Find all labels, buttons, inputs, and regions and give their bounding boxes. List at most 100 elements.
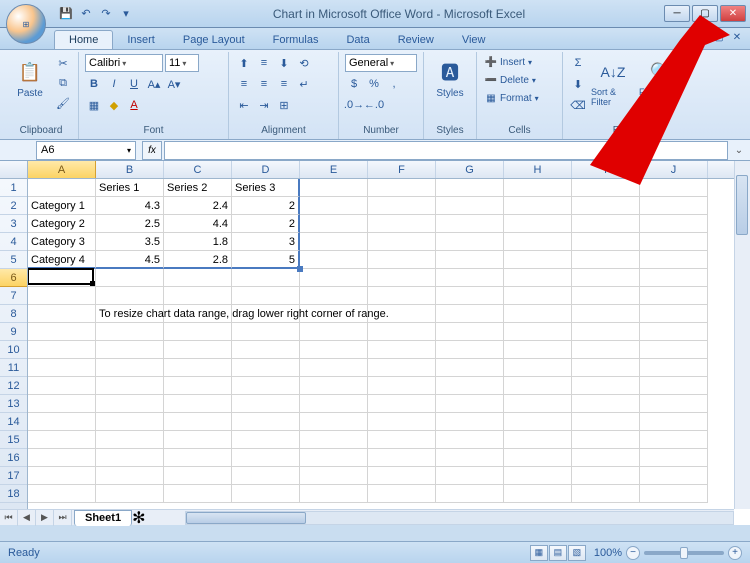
cell-H6[interactable] xyxy=(504,269,572,287)
cell-J8[interactable] xyxy=(640,305,708,323)
cell-E13[interactable] xyxy=(300,395,368,413)
cell-F12[interactable] xyxy=(368,377,436,395)
cell-J3[interactable] xyxy=(640,215,708,233)
cell-H3[interactable] xyxy=(504,215,572,233)
cell-A2[interactable]: Category 1 xyxy=(28,197,96,215)
cell-D9[interactable] xyxy=(232,323,300,341)
underline-button[interactable]: U xyxy=(125,75,143,93)
expand-formula-bar-icon[interactable]: ⌄ xyxy=(732,145,746,156)
cell-E15[interactable] xyxy=(300,431,368,449)
cell-A10[interactable] xyxy=(28,341,96,359)
cell-I2[interactable] xyxy=(572,197,640,215)
tab-page-layout[interactable]: Page Layout xyxy=(169,31,259,49)
tab-home[interactable]: Home xyxy=(54,30,113,49)
close-workbook-icon[interactable]: ✕ xyxy=(730,32,744,43)
column-header-A[interactable]: A xyxy=(28,161,96,178)
cell-I9[interactable] xyxy=(572,323,640,341)
zoom-out-button[interactable]: − xyxy=(626,546,640,560)
fill-icon[interactable]: ⬇ xyxy=(569,75,587,93)
italic-button[interactable]: I xyxy=(105,75,123,93)
cell-I4[interactable] xyxy=(572,233,640,251)
cell-J1[interactable] xyxy=(640,179,708,197)
row-header-6[interactable]: 6 xyxy=(0,269,27,287)
cell-F2[interactable] xyxy=(368,197,436,215)
cell-C4[interactable]: 1.8 xyxy=(164,233,232,251)
row-header-13[interactable]: 13 xyxy=(0,395,27,413)
cell-E6[interactable] xyxy=(300,269,368,287)
cell-H9[interactable] xyxy=(504,323,572,341)
cell-A5[interactable]: Category 4 xyxy=(28,251,96,269)
cell-G10[interactable] xyxy=(436,341,504,359)
cell-J13[interactable] xyxy=(640,395,708,413)
cell-H16[interactable] xyxy=(504,449,572,467)
cell-F16[interactable] xyxy=(368,449,436,467)
cell-H18[interactable] xyxy=(504,485,572,503)
shrink-font-icon[interactable]: A▾ xyxy=(165,75,183,93)
cell-H1[interactable] xyxy=(504,179,572,197)
cell-C9[interactable] xyxy=(164,323,232,341)
cell-B16[interactable] xyxy=(96,449,164,467)
insert-function-button[interactable]: fx xyxy=(142,141,162,160)
wrap-text-icon[interactable]: ↵ xyxy=(295,75,313,93)
comma-icon[interactable]: , xyxy=(385,75,403,93)
cell-A14[interactable] xyxy=(28,413,96,431)
cell-D15[interactable] xyxy=(232,431,300,449)
cell-C10[interactable] xyxy=(164,341,232,359)
formula-input[interactable] xyxy=(164,141,728,160)
row-header-17[interactable]: 17 xyxy=(0,467,27,485)
align-middle-icon[interactable]: ≡ xyxy=(255,54,273,72)
cell-A18[interactable] xyxy=(28,485,96,503)
cell-F1[interactable] xyxy=(368,179,436,197)
align-right-icon[interactable]: ≡ xyxy=(275,75,293,93)
cell-H12[interactable] xyxy=(504,377,572,395)
redo-icon[interactable]: ↷ xyxy=(98,6,114,22)
cell-B13[interactable] xyxy=(96,395,164,413)
cell-A7[interactable] xyxy=(28,287,96,305)
cell-E16[interactable] xyxy=(300,449,368,467)
cell-I3[interactable] xyxy=(572,215,640,233)
cell-A1[interactable] xyxy=(28,179,96,197)
cell-F4[interactable] xyxy=(368,233,436,251)
cell-C2[interactable]: 2.4 xyxy=(164,197,232,215)
increase-decimal-icon[interactable]: .0→ xyxy=(345,96,363,114)
cell-B12[interactable] xyxy=(96,377,164,395)
undo-icon[interactable]: ↶ xyxy=(78,6,94,22)
cell-G16[interactable] xyxy=(436,449,504,467)
first-sheet-icon[interactable]: ⏮ xyxy=(0,510,18,526)
cell-C18[interactable] xyxy=(164,485,232,503)
cell-H10[interactable] xyxy=(504,341,572,359)
cell-I14[interactable] xyxy=(572,413,640,431)
cell-A11[interactable] xyxy=(28,359,96,377)
cell-D1[interactable]: Series 3 xyxy=(232,179,300,197)
cells-area[interactable]: Series 1Series 2Series 3Category 14.32.4… xyxy=(28,179,734,509)
column-header-C[interactable]: C xyxy=(164,161,232,178)
cell-F18[interactable] xyxy=(368,485,436,503)
row-header-15[interactable]: 15 xyxy=(0,431,27,449)
cell-D7[interactable] xyxy=(232,287,300,305)
cell-D6[interactable] xyxy=(232,269,300,287)
cell-I8[interactable] xyxy=(572,305,640,323)
cell-D13[interactable] xyxy=(232,395,300,413)
cell-J16[interactable] xyxy=(640,449,708,467)
cell-J5[interactable] xyxy=(640,251,708,269)
normal-view-icon[interactable]: ▦ xyxy=(530,545,548,561)
cell-F5[interactable] xyxy=(368,251,436,269)
cell-H11[interactable] xyxy=(504,359,572,377)
cell-F3[interactable] xyxy=(368,215,436,233)
row-header-3[interactable]: 3 xyxy=(0,215,27,233)
page-layout-view-icon[interactable]: ▤ xyxy=(549,545,567,561)
percent-icon[interactable]: % xyxy=(365,75,383,93)
number-format-combo[interactable]: General▾ xyxy=(345,54,417,72)
cell-I15[interactable] xyxy=(572,431,640,449)
cell-F13[interactable] xyxy=(368,395,436,413)
cell-I1[interactable] xyxy=(572,179,640,197)
range-resize-handle[interactable] xyxy=(297,266,303,272)
cell-D14[interactable] xyxy=(232,413,300,431)
cell-G17[interactable] xyxy=(436,467,504,485)
cell-I7[interactable] xyxy=(572,287,640,305)
name-box[interactable]: A6▾ xyxy=(36,141,136,160)
cell-J9[interactable] xyxy=(640,323,708,341)
tab-view[interactable]: View xyxy=(448,31,500,49)
delete-cells-button[interactable]: ➖Delete▾ xyxy=(483,72,539,89)
select-all-button[interactable] xyxy=(0,161,28,179)
